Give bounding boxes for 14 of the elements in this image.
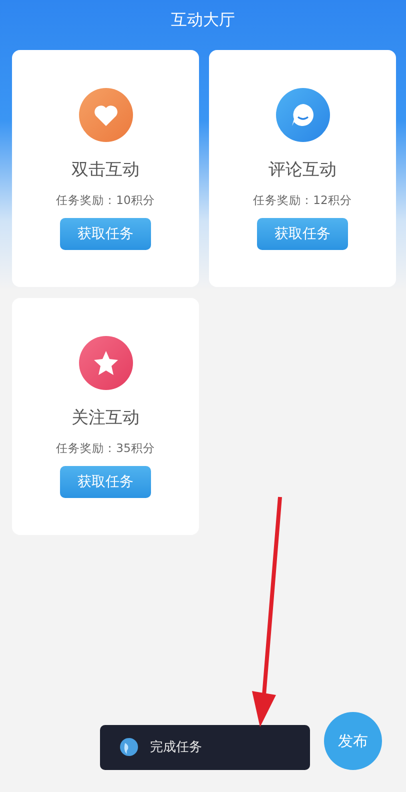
task-name: 关注互动: [72, 407, 140, 429]
task-reward: 任务奖励：12积分: [253, 193, 352, 208]
publish-button[interactable]: 发布: [324, 712, 382, 770]
get-task-button[interactable]: 获取任务: [257, 218, 348, 250]
task-reward: 任务奖励：35积分: [56, 441, 155, 456]
task-name: 双击互动: [72, 159, 140, 181]
globe-icon: [120, 738, 138, 756]
task-reward: 任务奖励：10积分: [56, 193, 155, 208]
page-title: 互动大厅: [170, 9, 236, 31]
toast-text: 完成任务: [150, 739, 202, 756]
get-task-button[interactable]: 获取任务: [60, 466, 151, 498]
chat-bubble-icon: [276, 88, 330, 142]
get-task-button[interactable]: 获取任务: [60, 218, 151, 250]
task-name: 评论互动: [268, 159, 336, 181]
